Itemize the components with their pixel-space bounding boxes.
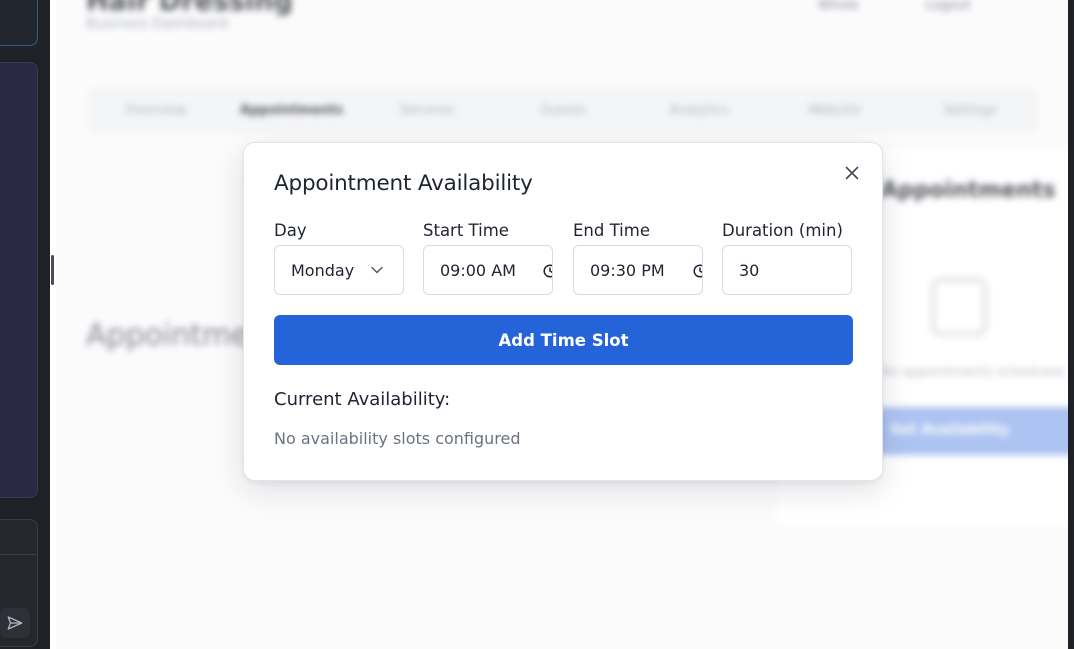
- sidebar-top-card[interactable]: [0, 0, 38, 46]
- duration-label: Duration (min): [722, 221, 843, 240]
- send-button[interactable]: [0, 608, 30, 638]
- duration-input[interactable]: 30: [722, 245, 852, 295]
- close-button[interactable]: [840, 161, 864, 185]
- day-select[interactable]: Monday: [274, 245, 404, 295]
- end-time-input[interactable]: 09:30 PM: [573, 245, 703, 295]
- empty-availability-text: No availability slots configured: [274, 429, 521, 448]
- left-sidebar: [0, 0, 50, 649]
- add-time-slot-button[interactable]: Add Time Slot: [274, 315, 853, 365]
- current-availability-label: Current Availability:: [274, 389, 451, 410]
- end-time-value: 09:30 PM: [590, 261, 665, 280]
- start-time-value: 09:00 AM: [440, 261, 516, 280]
- chevron-down-icon: [371, 266, 383, 274]
- day-value: Monday: [291, 261, 355, 280]
- right-edge: [1068, 0, 1074, 649]
- chat-divider: [0, 554, 37, 555]
- resize-handle[interactable]: [51, 255, 54, 285]
- clock-icon[interactable]: [543, 264, 553, 278]
- start-time-input[interactable]: 09:00 AM: [423, 245, 553, 295]
- clock-icon[interactable]: [693, 264, 703, 278]
- send-icon: [7, 616, 23, 630]
- duration-value: 30: [739, 261, 760, 280]
- modal-title: Appointment Availability: [274, 171, 533, 196]
- day-field: Day Monday: [274, 221, 404, 295]
- chat-panel: [0, 519, 38, 647]
- end-time-label: End Time: [573, 221, 650, 240]
- close-icon: [845, 166, 859, 180]
- day-label: Day: [274, 221, 307, 240]
- duration-field: Duration (min) 30: [722, 221, 852, 295]
- start-time-field: Start Time 09:00 AM: [423, 221, 553, 295]
- sidebar-panel: [0, 62, 38, 498]
- availability-modal: Appointment Availability Day Monday Star…: [243, 142, 883, 481]
- end-time-field: End Time 09:30 PM: [573, 221, 703, 295]
- start-time-label: Start Time: [423, 221, 509, 240]
